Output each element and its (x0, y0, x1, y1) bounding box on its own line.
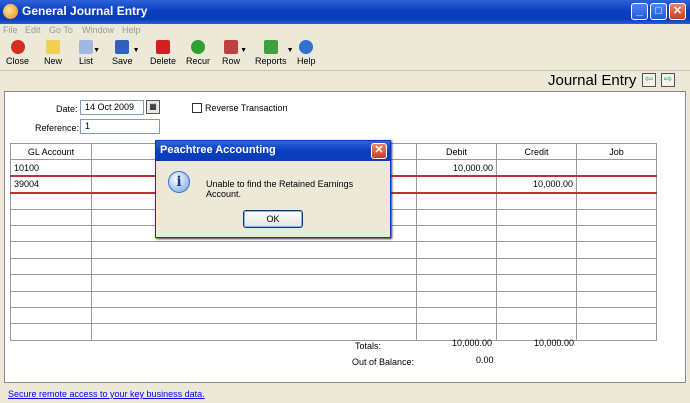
menu-edit[interactable]: Edit (25, 25, 41, 35)
row-icon (224, 40, 238, 54)
recur-button[interactable]: Recur (186, 40, 210, 66)
reference-label: Reference: (35, 123, 80, 133)
col-gl-account: GL Account (10, 142, 92, 161)
cell-account[interactable]: 39004 (10, 175, 92, 194)
out-of-balance-label: Out of Balance: (352, 357, 415, 367)
row-button[interactable]: Row ▼ (222, 40, 247, 66)
divider (0, 70, 690, 71)
cell-debit[interactable]: 10,000.00 (416, 159, 497, 177)
next-record-button[interactable]: ⇨ (661, 73, 675, 87)
totals-credit: 10,000.00 (534, 338, 575, 348)
info-icon: i (168, 171, 190, 193)
date-label: Date: (56, 104, 78, 114)
help-button[interactable]: Help (297, 40, 316, 66)
totals-label: Totals: (355, 341, 382, 351)
cell-job[interactable] (576, 175, 657, 194)
col-credit: Credit (496, 142, 577, 161)
date-field[interactable]: 14 Oct 2009 (80, 100, 144, 115)
table-row[interactable] (10, 257, 657, 276)
col-debit: Debit (416, 142, 497, 161)
chevron-down-icon: ▼ (132, 47, 140, 54)
close-window-button[interactable]: ✕ (669, 3, 686, 20)
table-row[interactable] (10, 274, 657, 292)
ok-button[interactable]: OK (243, 210, 303, 228)
delete-button[interactable]: Delete (150, 40, 176, 66)
reverse-checkbox[interactable] (192, 103, 202, 113)
out-of-balance-value: 0.00 (476, 355, 494, 365)
col-job: Job (576, 142, 657, 161)
remote-access-link[interactable]: Secure remote access to your key busines… (8, 389, 205, 399)
list-icon (79, 40, 93, 54)
cell-account[interactable]: 10100 (10, 159, 92, 177)
reverse-label: Reverse Transaction (205, 103, 288, 113)
prev-record-button[interactable]: ⇦ (642, 73, 656, 87)
chevron-down-icon: ▼ (93, 47, 101, 54)
recur-icon (191, 40, 205, 54)
page-title: Journal Entry (548, 72, 637, 89)
new-button[interactable]: New (44, 40, 62, 66)
menu-file[interactable]: File (3, 25, 18, 35)
close-icon (10, 40, 25, 54)
totals-debit: 10,000.00 (452, 338, 493, 348)
table-row[interactable] (10, 306, 657, 325)
calendar-icon[interactable]: ▦ (146, 100, 160, 114)
dialog-message: Unable to find the Retained Earnings Acc… (206, 179, 354, 199)
maximize-button[interactable]: □ (650, 3, 667, 20)
chevron-down-icon: ▼ (240, 47, 248, 54)
table-row[interactable] (10, 241, 657, 259)
menu-window[interactable]: Window (82, 25, 114, 35)
save-button[interactable]: Save ▼ (112, 40, 140, 66)
help-icon (299, 40, 314, 54)
alert-dialog: Peachtree Accounting ✕ i Unable to find … (155, 140, 391, 238)
title-bar: General Journal Entry _ □ ✕ (0, 0, 690, 24)
menu-goto[interactable]: Go To (49, 25, 73, 35)
cell-credit[interactable]: 10,000.00 (496, 175, 577, 194)
close-button[interactable]: Close (6, 40, 29, 66)
cell-debit[interactable] (416, 175, 497, 194)
window-title: General Journal Entry (22, 4, 148, 18)
toolbar: Close New List ▼ Save ▼ Delete Recur Row ▼ … (0, 38, 690, 70)
minimize-button[interactable]: _ (631, 3, 648, 20)
reports-button[interactable]: Reports ▼ (255, 40, 294, 66)
dialog-title: Peachtree Accounting (156, 141, 390, 161)
new-icon (46, 40, 60, 54)
reference-field[interactable]: 1 (80, 119, 160, 134)
cell-credit[interactable] (496, 159, 577, 177)
menu-bar: File Edit Go To Window Help (0, 24, 690, 38)
menu-help[interactable]: Help (122, 25, 141, 35)
cell-job[interactable] (576, 159, 657, 177)
table-row[interactable] (10, 290, 657, 308)
dialog-close-button[interactable]: ✕ (371, 143, 387, 159)
app-icon (3, 4, 18, 19)
list-button[interactable]: List ▼ (79, 40, 100, 66)
reports-icon (263, 40, 278, 54)
save-icon (115, 40, 130, 54)
chevron-down-icon: ▼ (286, 47, 294, 54)
delete-icon (156, 40, 170, 54)
